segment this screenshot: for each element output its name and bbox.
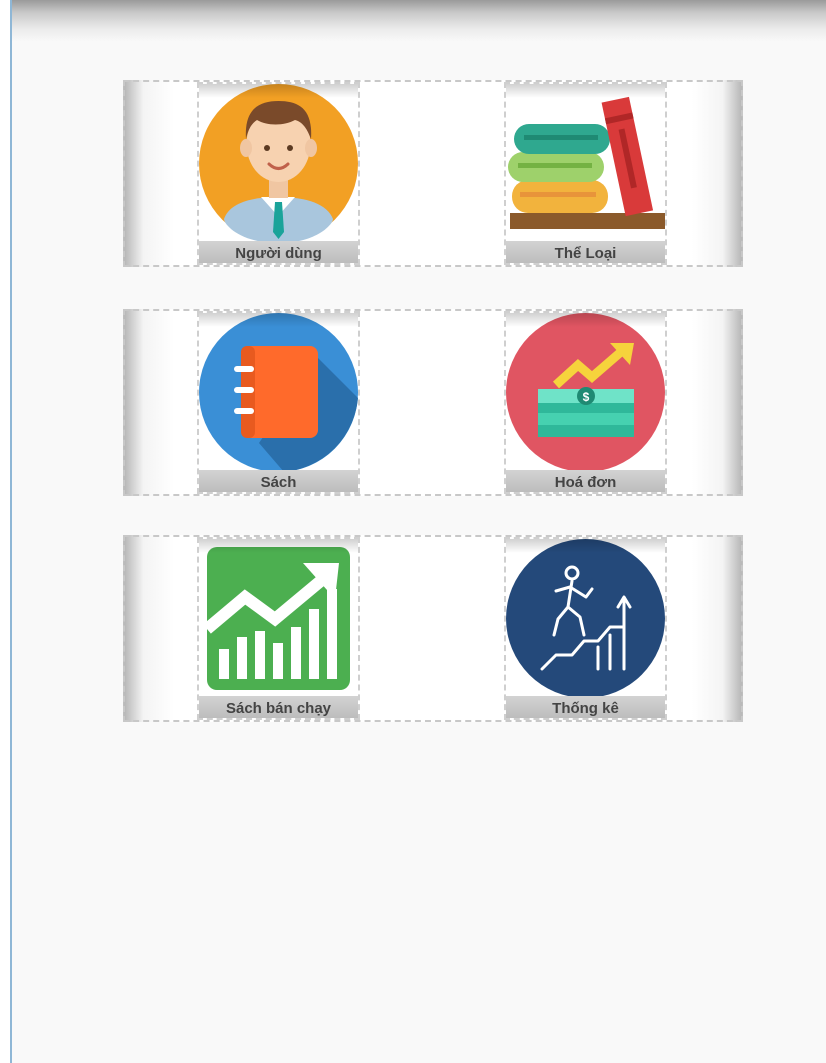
svg-text:$: $ [583, 390, 590, 404]
tile-label: Thể Loại [506, 241, 665, 263]
tile-nguoi-dung[interactable]: Người dùng [197, 82, 360, 265]
window-left-edge [0, 0, 12, 1063]
tile-top-shade [506, 313, 665, 327]
action-bar [12, 0, 826, 42]
menu-row-3: Sách bán chạy Thống kê [123, 535, 743, 722]
tile-top-shade [199, 84, 358, 98]
user-avatar-icon [199, 84, 358, 243]
tile-label: Hoá đơn [506, 470, 665, 492]
tile-top-shade [506, 84, 665, 98]
tile-hoa-don[interactable]: $ Hoá đơn [504, 311, 667, 494]
tile-label: Thống kê [506, 696, 665, 718]
money-growth-icon: $ [506, 313, 665, 472]
tile-label: Sách bán chạy [199, 696, 358, 718]
tile-label: Người dùng [199, 241, 358, 263]
tile-label: Sách [199, 470, 358, 492]
climbing-stairs-icon [506, 539, 665, 698]
notebook-icon [199, 313, 358, 472]
tile-top-shade [506, 539, 665, 553]
menu-row-1: Người dùng Thể Loại [123, 80, 743, 267]
tile-top-shade [199, 313, 358, 327]
growth-chart-icon [199, 539, 358, 698]
tile-sach-ban-chay[interactable]: Sách bán chạy [197, 537, 360, 720]
menu-row-2: Sách $ Hoá đơn [123, 309, 743, 496]
tile-top-shade [199, 539, 358, 553]
tile-sach[interactable]: Sách [197, 311, 360, 494]
tile-the-loai[interactable]: Thể Loại [504, 82, 667, 265]
books-stack-icon [506, 84, 665, 243]
tile-thong-ke[interactable]: Thống kê [504, 537, 667, 720]
